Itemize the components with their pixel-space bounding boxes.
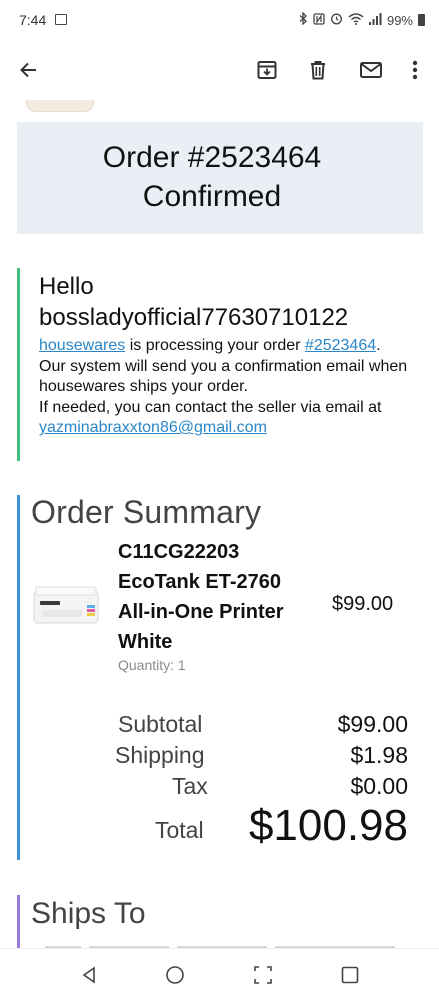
product-price: $99.00	[332, 593, 394, 615]
arrow-left-icon[interactable]	[14, 55, 44, 85]
greeting-section: Hello bossladyofficial77630710122 housew…	[17, 268, 423, 461]
product-name[interactable]: C11CG22203 EcoTank ET-2760 All-in-One Pr…	[118, 537, 308, 657]
seller-email-link[interactable]: yazminabraxxton86@gmail.com	[39, 419, 267, 436]
shipping-value: $1.98	[350, 742, 408, 768]
ships-to-address-cutoff	[45, 940, 425, 948]
confirmed-heading: Confirmed	[142, 180, 282, 213]
tax-label: Tax	[172, 773, 208, 799]
battery-percent: 99%	[386, 12, 413, 28]
nav-home-icon[interactable]	[163, 963, 187, 987]
greeting-username: bossladyofficial77630710122	[39, 304, 349, 331]
trash-icon[interactable]	[303, 55, 333, 85]
period-text: .	[376, 337, 381, 354]
processing-text: is processing your order	[125, 337, 305, 354]
subtotal-value: $99.00	[337, 711, 408, 737]
envelope-icon[interactable]	[356, 55, 386, 85]
greeting-message: housewares is processing your order #252…	[39, 336, 424, 439]
subtotal-label: Subtotal	[118, 711, 203, 737]
nav-back-icon[interactable]	[77, 963, 101, 987]
system-navigation-bar	[0, 948, 439, 1000]
order-summary-section: Order Summary C11CG22203 EcoTank ET-2760…	[17, 494, 423, 860]
system-notice-text: Our system will send you a confirmation …	[39, 357, 408, 396]
wifi-icon	[348, 12, 364, 28]
header-tab-decoration	[26, 100, 94, 112]
contact-text: If needed, you can contact the seller vi…	[39, 398, 382, 416]
ships-to-section: Ships To	[17, 895, 423, 948]
order-confirmed-title: Order #2523464 Confirmed	[0, 138, 424, 216]
order-summary-title: Order Summary	[31, 494, 262, 530]
ships-to-title: Ships To	[31, 897, 146, 930]
status-icons: 99%	[299, 11, 425, 28]
bluetooth-icon	[299, 11, 308, 28]
product-quantity: Quantity: 1	[118, 657, 186, 673]
gallery-notification-icon	[55, 14, 67, 25]
greeting-hello: Hello	[39, 273, 94, 300]
alarm-icon	[330, 12, 343, 28]
printer-product-image[interactable]	[32, 583, 102, 627]
tax-value: $0.00	[350, 773, 408, 799]
battery-icon	[418, 14, 425, 26]
order-link[interactable]: #2523464	[305, 337, 376, 354]
order-number-heading: Order #2523464	[102, 141, 322, 174]
total-label: Total	[155, 817, 204, 843]
nav-recents-icon[interactable]	[338, 963, 362, 987]
email-body[interactable]: Order #2523464 Confirmed Hello bossladyo…	[0, 100, 439, 948]
archive-icon[interactable]	[252, 55, 282, 85]
more-vert-icon[interactable]	[400, 55, 430, 85]
status-time: 7:44	[19, 12, 47, 28]
total-value: $100.98	[248, 801, 408, 850]
nfc-icon	[313, 12, 325, 28]
nav-screenshot-icon[interactable]	[251, 963, 275, 987]
seller-link[interactable]: housewares	[39, 337, 125, 354]
app-bar	[0, 42, 439, 100]
signal-icon	[368, 12, 382, 28]
shipping-label: Shipping	[115, 742, 205, 768]
status-bar: 7:44 99%	[0, 0, 439, 42]
greeting: Hello bossladyofficial77630710122	[39, 271, 348, 333]
